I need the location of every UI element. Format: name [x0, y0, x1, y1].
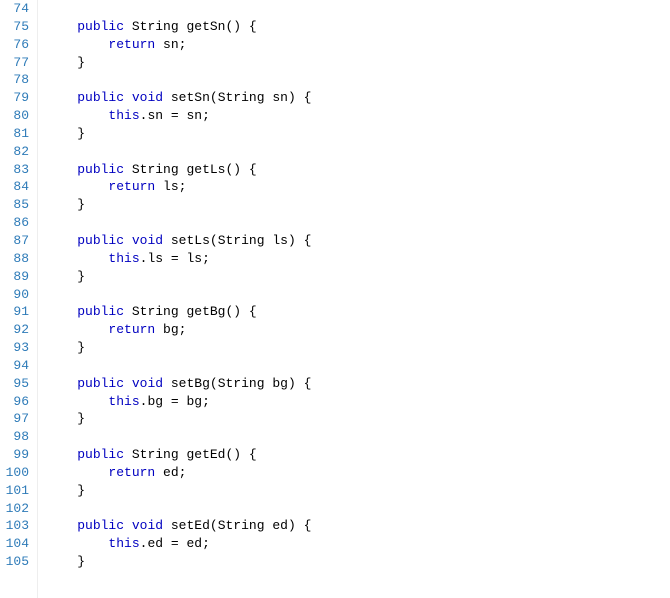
line-number: 104	[0, 535, 29, 553]
code-line: return ls;	[46, 178, 670, 196]
code-line: public String getBg() {	[46, 303, 670, 321]
line-number: 86	[0, 214, 29, 232]
code-line: }	[46, 482, 670, 500]
line-number: 98	[0, 428, 29, 446]
code-line: this.ed = ed;	[46, 535, 670, 553]
code-line: }	[46, 54, 670, 72]
code-line	[46, 357, 670, 375]
line-number: 87	[0, 232, 29, 250]
line-number: 77	[0, 54, 29, 72]
code-line: public String getEd() {	[46, 446, 670, 464]
code-line	[46, 71, 670, 89]
line-number-gutter: 7475767778798081828384858687888990919293…	[0, 0, 38, 598]
code-line: return bg;	[46, 321, 670, 339]
line-number: 78	[0, 71, 29, 89]
code-line: public String getLs() {	[46, 161, 670, 179]
code-content[interactable]: public String getSn() { return sn; } pub…	[38, 0, 670, 598]
line-number: 80	[0, 107, 29, 125]
code-line: public String getSn() {	[46, 18, 670, 36]
line-number: 93	[0, 339, 29, 357]
code-line	[46, 0, 670, 18]
line-number: 91	[0, 303, 29, 321]
code-line	[46, 500, 670, 518]
line-number: 89	[0, 268, 29, 286]
line-number: 94	[0, 357, 29, 375]
code-line: return sn;	[46, 36, 670, 54]
line-number: 95	[0, 375, 29, 393]
line-number: 92	[0, 321, 29, 339]
line-number: 76	[0, 36, 29, 54]
code-line: public void setBg(String bg) {	[46, 375, 670, 393]
code-line: this.bg = bg;	[46, 393, 670, 411]
line-number: 74	[0, 0, 29, 18]
line-number: 105	[0, 553, 29, 571]
line-number: 90	[0, 286, 29, 304]
code-line: }	[46, 339, 670, 357]
code-line: }	[46, 268, 670, 286]
code-line: public void setLs(String ls) {	[46, 232, 670, 250]
line-number: 81	[0, 125, 29, 143]
line-number: 103	[0, 517, 29, 535]
line-number: 102	[0, 500, 29, 518]
code-line: }	[46, 196, 670, 214]
line-number: 100	[0, 464, 29, 482]
code-editor: 7475767778798081828384858687888990919293…	[0, 0, 670, 598]
line-number: 96	[0, 393, 29, 411]
line-number: 88	[0, 250, 29, 268]
code-line: }	[46, 553, 670, 571]
code-line: this.sn = sn;	[46, 107, 670, 125]
line-number: 85	[0, 196, 29, 214]
code-line: this.ls = ls;	[46, 250, 670, 268]
line-number: 97	[0, 410, 29, 428]
code-line: return ed;	[46, 464, 670, 482]
code-line: public void setSn(String sn) {	[46, 89, 670, 107]
code-line: }	[46, 125, 670, 143]
code-line: public void setEd(String ed) {	[46, 517, 670, 535]
code-line	[46, 143, 670, 161]
code-line: }	[46, 410, 670, 428]
line-number: 101	[0, 482, 29, 500]
line-number: 84	[0, 178, 29, 196]
line-number: 82	[0, 143, 29, 161]
line-number: 79	[0, 89, 29, 107]
code-line	[46, 214, 670, 232]
line-number: 83	[0, 161, 29, 179]
line-number: 75	[0, 18, 29, 36]
code-line	[46, 428, 670, 446]
line-number: 99	[0, 446, 29, 464]
code-line	[46, 286, 670, 304]
